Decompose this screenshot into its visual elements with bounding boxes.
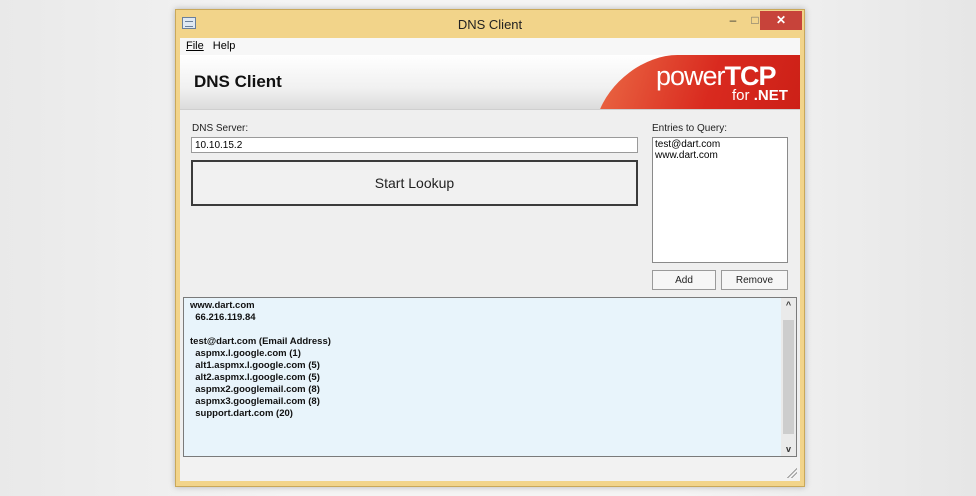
menu-help[interactable]: Help: [213, 40, 236, 52]
scroll-up-icon[interactable]: ^: [781, 298, 796, 312]
remove-button[interactable]: Remove: [721, 270, 788, 290]
close-button[interactable]: ✕: [760, 11, 802, 30]
scroll-down-icon[interactable]: v: [781, 442, 796, 456]
add-button[interactable]: Add: [652, 270, 716, 290]
entries-label: Entries to Query:: [652, 123, 728, 134]
resize-grip-icon[interactable]: [787, 468, 797, 478]
result-line: alt1.aspmx.l.google.com (5): [190, 360, 320, 371]
scroll-thumb[interactable]: [783, 320, 794, 434]
result-line: alt2.aspmx.l.google.com (5): [190, 372, 320, 383]
result-line: aspmx.l.google.com (1): [190, 348, 301, 359]
for-net-logo: for .NET: [732, 87, 788, 104]
dns-server-label: DNS Server:: [192, 123, 249, 134]
result-line: aspmx2.googlemail.com (8): [190, 384, 320, 395]
minimize-button[interactable]: –: [722, 11, 744, 30]
list-item[interactable]: www.dart.com: [655, 150, 785, 161]
window-title: DNS Client: [457, 17, 523, 32]
menu-file[interactable]: File: [186, 40, 204, 52]
status-bar: [180, 457, 800, 481]
result-line: 66.216.119.84: [190, 312, 256, 323]
result-line: test@dart.com (Email Address): [190, 336, 331, 347]
result-line: support.dart.com (20): [190, 408, 293, 419]
entries-list[interactable]: test@dart.com www.dart.com: [652, 137, 788, 263]
results-textbox[interactable]: www.dart.com 66.216.119.84 test@dart.com…: [183, 297, 797, 457]
start-lookup-button[interactable]: Start Lookup: [191, 160, 638, 206]
list-item[interactable]: test@dart.com: [655, 139, 785, 150]
dns-client-window: DNS Client – □ ✕ File Help DNS Client po…: [175, 9, 805, 487]
banner-title: DNS Client: [194, 72, 282, 91]
client-area: DNS Client powerTCP for .NET DNS Server:…: [180, 55, 800, 481]
title-bar[interactable]: DNS Client – □ ✕: [176, 10, 804, 38]
banner: DNS Client powerTCP for .NET: [180, 55, 800, 110]
result-line: aspmx3.googlemail.com (8): [190, 396, 320, 407]
result-line: www.dart.com: [190, 300, 255, 311]
menu-bar: File Help: [180, 38, 800, 55]
results-scrollbar[interactable]: ^ v: [781, 298, 796, 456]
dns-server-input[interactable]: [191, 137, 638, 153]
